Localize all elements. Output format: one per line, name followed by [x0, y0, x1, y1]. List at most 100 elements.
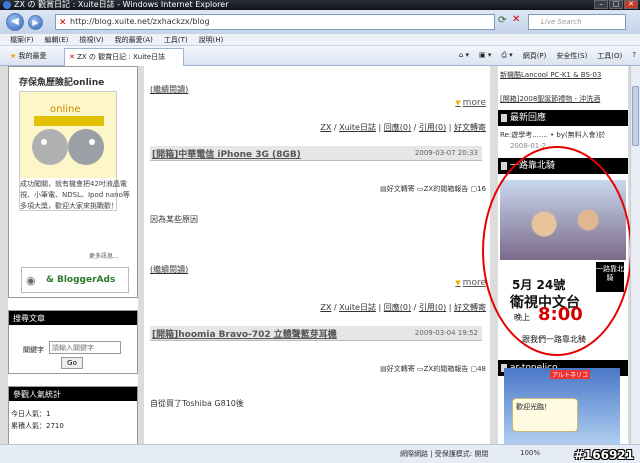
error-icon: ✕	[69, 53, 75, 61]
watermark: #166921	[573, 448, 634, 462]
more-link[interactable]: more	[455, 278, 486, 288]
meta-trackback[interactable]: 引用(0)	[419, 123, 446, 132]
svg-text:online: online	[50, 104, 81, 115]
total-visitors: 累積人氣：2710	[11, 422, 64, 430]
print-icon[interactable]: ⎙ ▾	[501, 51, 512, 61]
main-column: (繼續閱讀) more ZX / Xuite日誌 | 回應(0) / 引用(0)…	[144, 66, 490, 450]
recent-post-link[interactable]: 新機酷Lancool PC-K1 & BS-03	[500, 70, 626, 80]
go-button[interactable]: Go	[61, 357, 83, 369]
post-title[interactable]: [開箱]中華電信 iPhone 3G (8GB)	[152, 147, 301, 160]
star-icon: ★	[10, 52, 17, 60]
search-title: 搜尋文章	[9, 311, 137, 325]
menu-bar: 檔案(F) 編輯(E) 檢視(V) 我的最愛(A) 工具(T) 說明(H)	[0, 34, 640, 46]
report-link[interactable]: ZX的閱箱報告	[424, 365, 469, 373]
security-zone: 網際網路 | 受保護模式: 開閉	[400, 450, 489, 458]
menu-edit[interactable]: 編輯(E)	[45, 34, 69, 45]
feed-icon[interactable]: ▣ ▾	[479, 51, 491, 61]
stop-icon[interactable]: ✕	[512, 14, 520, 25]
zoom-level[interactable]: 100%	[520, 449, 540, 457]
recent-post-link[interactable]: [開箱]2008聖誕節禮物 - 沖洗酒	[500, 94, 600, 104]
meta-trackback[interactable]: 引用(0)	[419, 303, 446, 312]
welcome-bubble: 歡迎光臨！	[512, 398, 578, 432]
post-meta: ZX / Xuite日誌 | 回應(0) / 引用(0) | 好文轉寄	[320, 303, 486, 312]
meta-share[interactable]: 好文轉寄	[454, 123, 486, 132]
eye-icon: ◉	[26, 274, 36, 287]
meta-category[interactable]: ZX	[320, 123, 331, 132]
command-bar: ⌂ ▾ ▣ ▾ ⎙ ▾ 網頁(P) 安全性(S) 工具(O) ?	[459, 51, 636, 61]
post-header: [開箱]hoomia Bravo-702 立體聲藍芽耳機 2009-03-04 …	[150, 326, 482, 341]
forward-icon: ▤	[380, 185, 387, 193]
address-bar: ◀ ▶ ✕ http://blog.xuite.net/zxhackzx/blo…	[0, 10, 640, 34]
tools-menu[interactable]: 工具(O)	[597, 51, 622, 61]
favorites-button[interactable]: ★ 我的最愛	[10, 51, 47, 61]
folder-icon: ▭	[417, 365, 424, 373]
post-date: 2009-03-04 19:52	[414, 329, 478, 337]
help-icon[interactable]: ?	[632, 51, 636, 61]
meta-share[interactable]: 好文轉寄	[454, 303, 486, 312]
home-icon[interactable]: ⌂ ▾	[459, 51, 469, 61]
today-visitors: 今日人氣：1	[11, 410, 51, 418]
comment-count: 16	[477, 185, 486, 193]
status-bar: 網際網路 | 受保護模式: 開閉 100%	[0, 444, 640, 463]
keyword-label: 關鍵字	[23, 346, 44, 354]
meta-blog[interactable]: Xuite日誌	[339, 303, 376, 312]
post-actions: ▤好文轉寄 ▭ZX的閱箱報告 ▢16	[380, 184, 486, 194]
meta-category[interactable]: ZX	[320, 303, 331, 312]
read-more-link[interactable]: (繼續閱讀)	[150, 84, 188, 95]
meta-replies[interactable]: 回應(0)	[384, 303, 411, 312]
menu-tools[interactable]: 工具(T)	[164, 34, 188, 45]
more-info-link[interactable]: 更多訊息...	[89, 251, 119, 260]
scrollbar[interactable]	[630, 66, 640, 444]
keyword-input[interactable]	[49, 341, 121, 354]
report-link[interactable]: ZX的閱箱報告	[424, 185, 469, 193]
menu-view[interactable]: 檢視(V)	[79, 34, 103, 45]
highlight-circle	[482, 146, 632, 356]
post-header: [開箱]中華電信 iPhone 3G (8GB) 2009-03-07 20:3…	[150, 146, 482, 161]
menu-help[interactable]: 說明(H)	[199, 34, 224, 45]
scrollbar-thumb[interactable]	[632, 86, 639, 146]
recent-comment[interactable]: Re:遊學考....... • by(無料入會)於	[500, 130, 605, 140]
post-date: 2009-03-07 20:33	[414, 149, 478, 157]
ar-tonelico-widget[interactable]: アルトネリコ 歡迎光臨！	[504, 368, 620, 450]
refresh-icon[interactable]: ⟳	[498, 15, 506, 26]
post-excerpt: 因為某些原因	[150, 215, 198, 224]
search-input[interactable]: Live Search	[528, 14, 626, 30]
safety-menu[interactable]: 安全性(S)	[556, 51, 587, 61]
tab-bar: ★ 我的最愛 ✕ ZX の 觀賞日記 : Xuite日誌 ⌂ ▾ ▣ ▾ ⎙ ▾…	[0, 46, 640, 66]
menu-file[interactable]: 檔案(F)	[10, 34, 34, 45]
minimize-button[interactable]: –	[594, 0, 608, 9]
window-controls: – □ ✕	[594, 0, 638, 10]
promo-text: 成功闖關，就有機會把42吋液晶電視、小筆電、NDSL、Ipod nano等多項大…	[20, 180, 130, 210]
close-button[interactable]: ✕	[624, 0, 638, 9]
title-bar: ZX の 觀賞日記 : Xuite日誌 - Windows Internet E…	[0, 0, 640, 10]
window-title: ZX の 觀賞日記 : Xuite日誌 - Windows Internet E…	[14, 0, 229, 9]
widget-tag: アルトネリコ	[550, 370, 590, 379]
left-sidebar: 存保魚歷險記online online 成功闖關，就有機會把42吋液晶電視、小筆…	[8, 66, 138, 450]
promo-box: 存保魚歷險記online online 成功闖關，就有機會把42吋液晶電視、小筆…	[8, 66, 138, 298]
meta-blog[interactable]: Xuite日誌	[339, 123, 376, 132]
error-icon: ✕	[59, 18, 67, 28]
forward-button[interactable]: ▶	[28, 15, 43, 30]
url-input[interactable]: ✕ http://blog.xuite.net/zxhackzx/blog	[55, 14, 495, 30]
stats-title: 參觀人氣統計	[9, 387, 137, 401]
read-more-link[interactable]: (繼續閱讀)	[150, 264, 188, 275]
back-button[interactable]: ◀	[6, 13, 24, 31]
forward-icon: ▤	[380, 365, 387, 373]
more-link[interactable]: more	[455, 98, 486, 108]
menu-favorites[interactable]: 我的最愛(A)	[115, 34, 153, 45]
page-menu[interactable]: 網頁(P)	[523, 51, 547, 61]
forward-link[interactable]: 好文轉寄	[387, 365, 415, 373]
recent-comments-header: 最新回應	[498, 110, 628, 126]
ie-icon	[3, 1, 11, 9]
post-actions: ▤好文轉寄 ▭ZX的閱箱報告 ▢48	[380, 364, 486, 374]
tab-active[interactable]: ✕ ZX の 觀賞日記 : Xuite日誌	[64, 48, 184, 66]
bloggerads-banner[interactable]: ◉ & BloggerAds	[21, 267, 129, 293]
post-meta: ZX / Xuite日誌 | 回應(0) / 引用(0) | 好文轉寄	[320, 123, 486, 132]
comment-count: 48	[477, 365, 486, 373]
promo-title: 存保魚歷險記online	[19, 78, 105, 88]
search-box: 搜尋文章 關鍵字 Go	[8, 310, 138, 374]
maximize-button[interactable]: □	[609, 0, 623, 9]
forward-link[interactable]: 好文轉寄	[387, 185, 415, 193]
meta-replies[interactable]: 回應(0)	[384, 123, 411, 132]
post-title[interactable]: [開箱]hoomia Bravo-702 立體聲藍芽耳機	[152, 327, 337, 340]
